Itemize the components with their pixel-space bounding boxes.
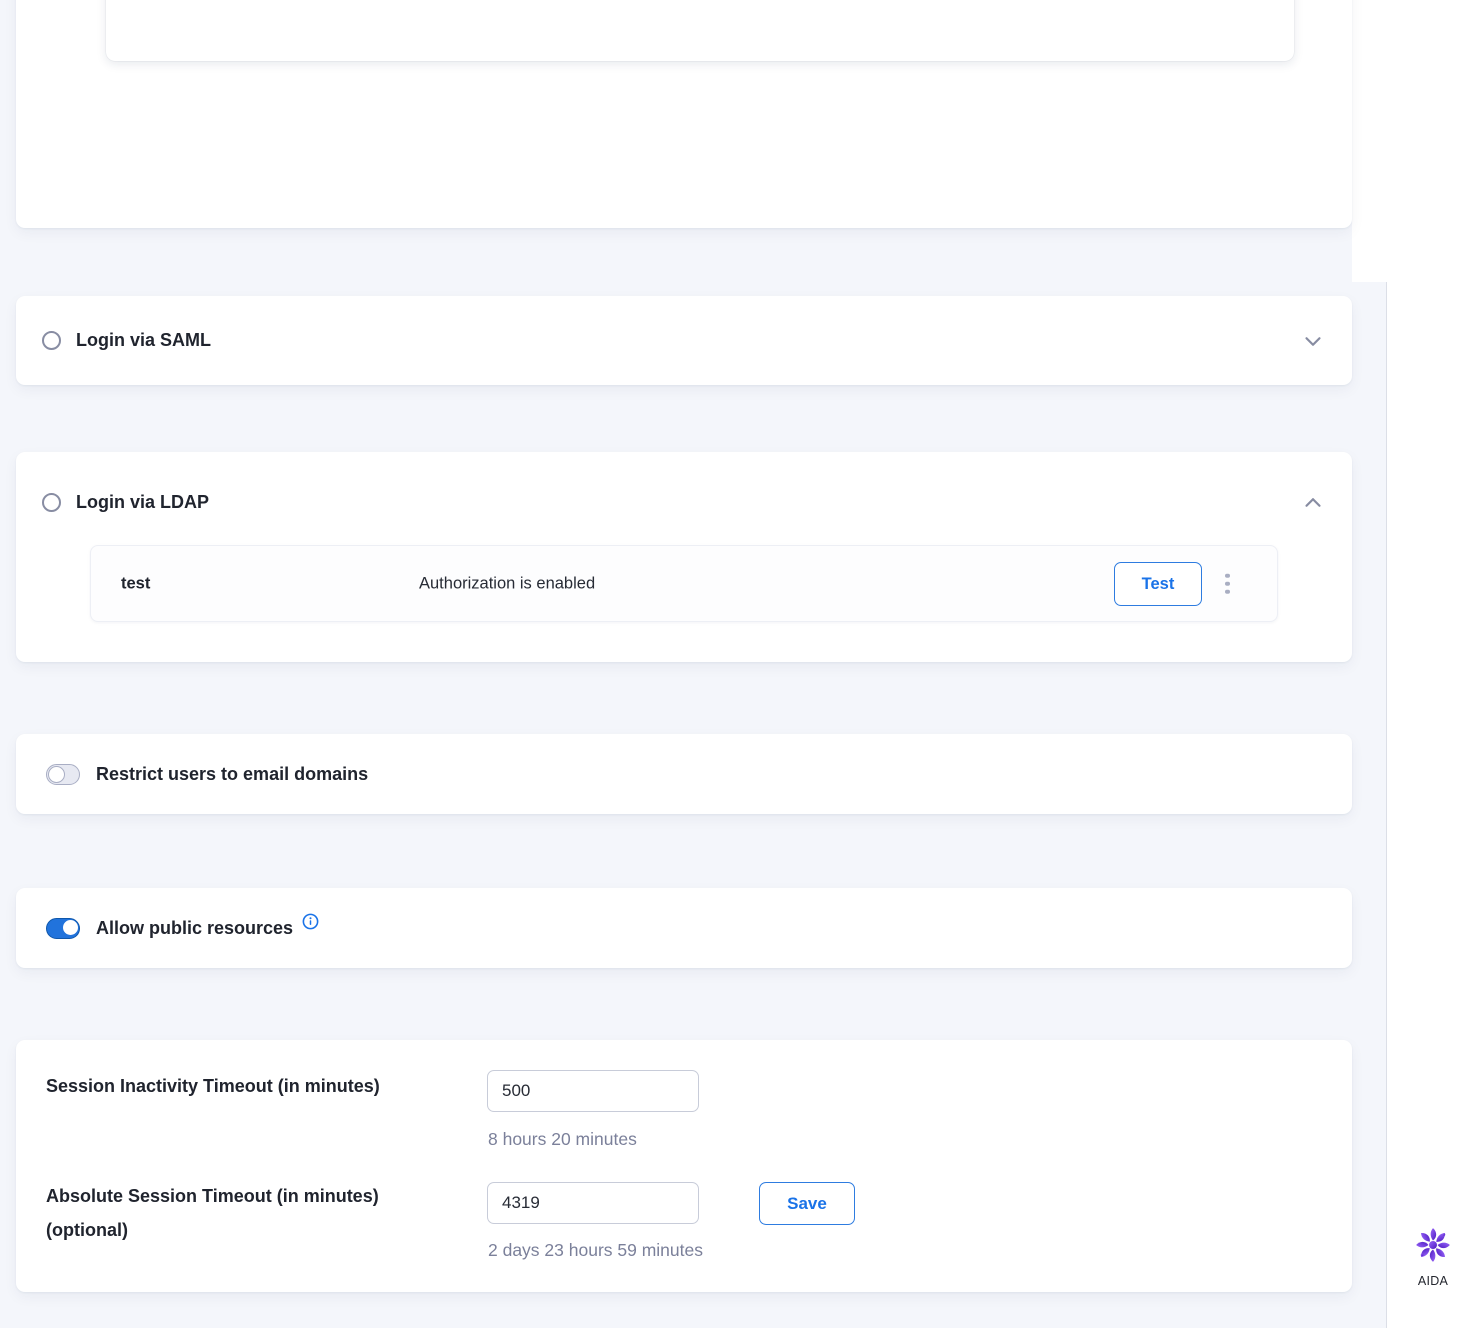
right-rail-top xyxy=(1352,0,1480,282)
public-resources-toggle[interactable] xyxy=(46,918,80,939)
absolute-timeout-label: Absolute Session Timeout (in minutes) xyxy=(46,1186,379,1207)
restrict-domains-card: Restrict users to email domains xyxy=(16,734,1352,814)
public-resources-card: Allow public resources xyxy=(16,888,1352,968)
public-resources-label: Allow public resources xyxy=(96,918,293,939)
brand-label: AIDA xyxy=(1386,1274,1480,1288)
absolute-timeout-input[interactable] xyxy=(487,1182,699,1224)
saml-section-title: Login via SAML xyxy=(76,330,211,351)
right-rail xyxy=(1386,282,1480,1328)
save-button[interactable]: Save xyxy=(759,1182,855,1225)
oauth-providers-panel: Bitbucket Google xyxy=(106,0,1294,61)
chevron-up-icon[interactable] xyxy=(1300,490,1326,516)
aida-flower-icon xyxy=(1414,1251,1452,1268)
ldap-section-card: Login via LDAP test Authorization is ena… xyxy=(16,452,1352,662)
inactivity-timeout-hint: 8 hours 20 minutes xyxy=(488,1129,637,1150)
absolute-timeout-hint: 2 days 23 hours 59 minutes xyxy=(488,1240,703,1261)
restrict-domains-toggle[interactable] xyxy=(46,764,80,785)
ldap-entry-status: Authorization is enabled xyxy=(419,574,595,593)
absolute-timeout-optional-label: (optional) xyxy=(46,1220,128,1241)
ldap-entry-row: test Authorization is enabled Test xyxy=(90,545,1278,622)
oauth-providers-card: Bitbucket Google xyxy=(16,0,1352,228)
security-settings-page: Bitbucket Google xyxy=(0,0,1480,1328)
ldap-section-title: Login via LDAP xyxy=(76,492,209,513)
chevron-down-icon[interactable] xyxy=(1300,328,1326,354)
ldap-section-header[interactable]: Login via LDAP xyxy=(42,452,1326,553)
saml-radio[interactable] xyxy=(42,331,61,350)
inactivity-timeout-input[interactable] xyxy=(487,1070,699,1112)
session-timeout-card: Session Inactivity Timeout (in minutes) … xyxy=(16,1040,1352,1292)
ldap-entry-name: test xyxy=(121,574,150,593)
ldap-radio[interactable] xyxy=(42,493,61,512)
test-button[interactable]: Test xyxy=(1114,562,1202,606)
kebab-menu-icon[interactable] xyxy=(1221,569,1234,598)
info-icon[interactable] xyxy=(302,913,319,930)
restrict-domains-label: Restrict users to email domains xyxy=(96,764,368,785)
saml-section-card[interactable]: Login via SAML xyxy=(16,296,1352,385)
inactivity-timeout-label: Session Inactivity Timeout (in minutes) xyxy=(46,1076,380,1097)
brand-block: AIDA xyxy=(1386,1226,1480,1288)
